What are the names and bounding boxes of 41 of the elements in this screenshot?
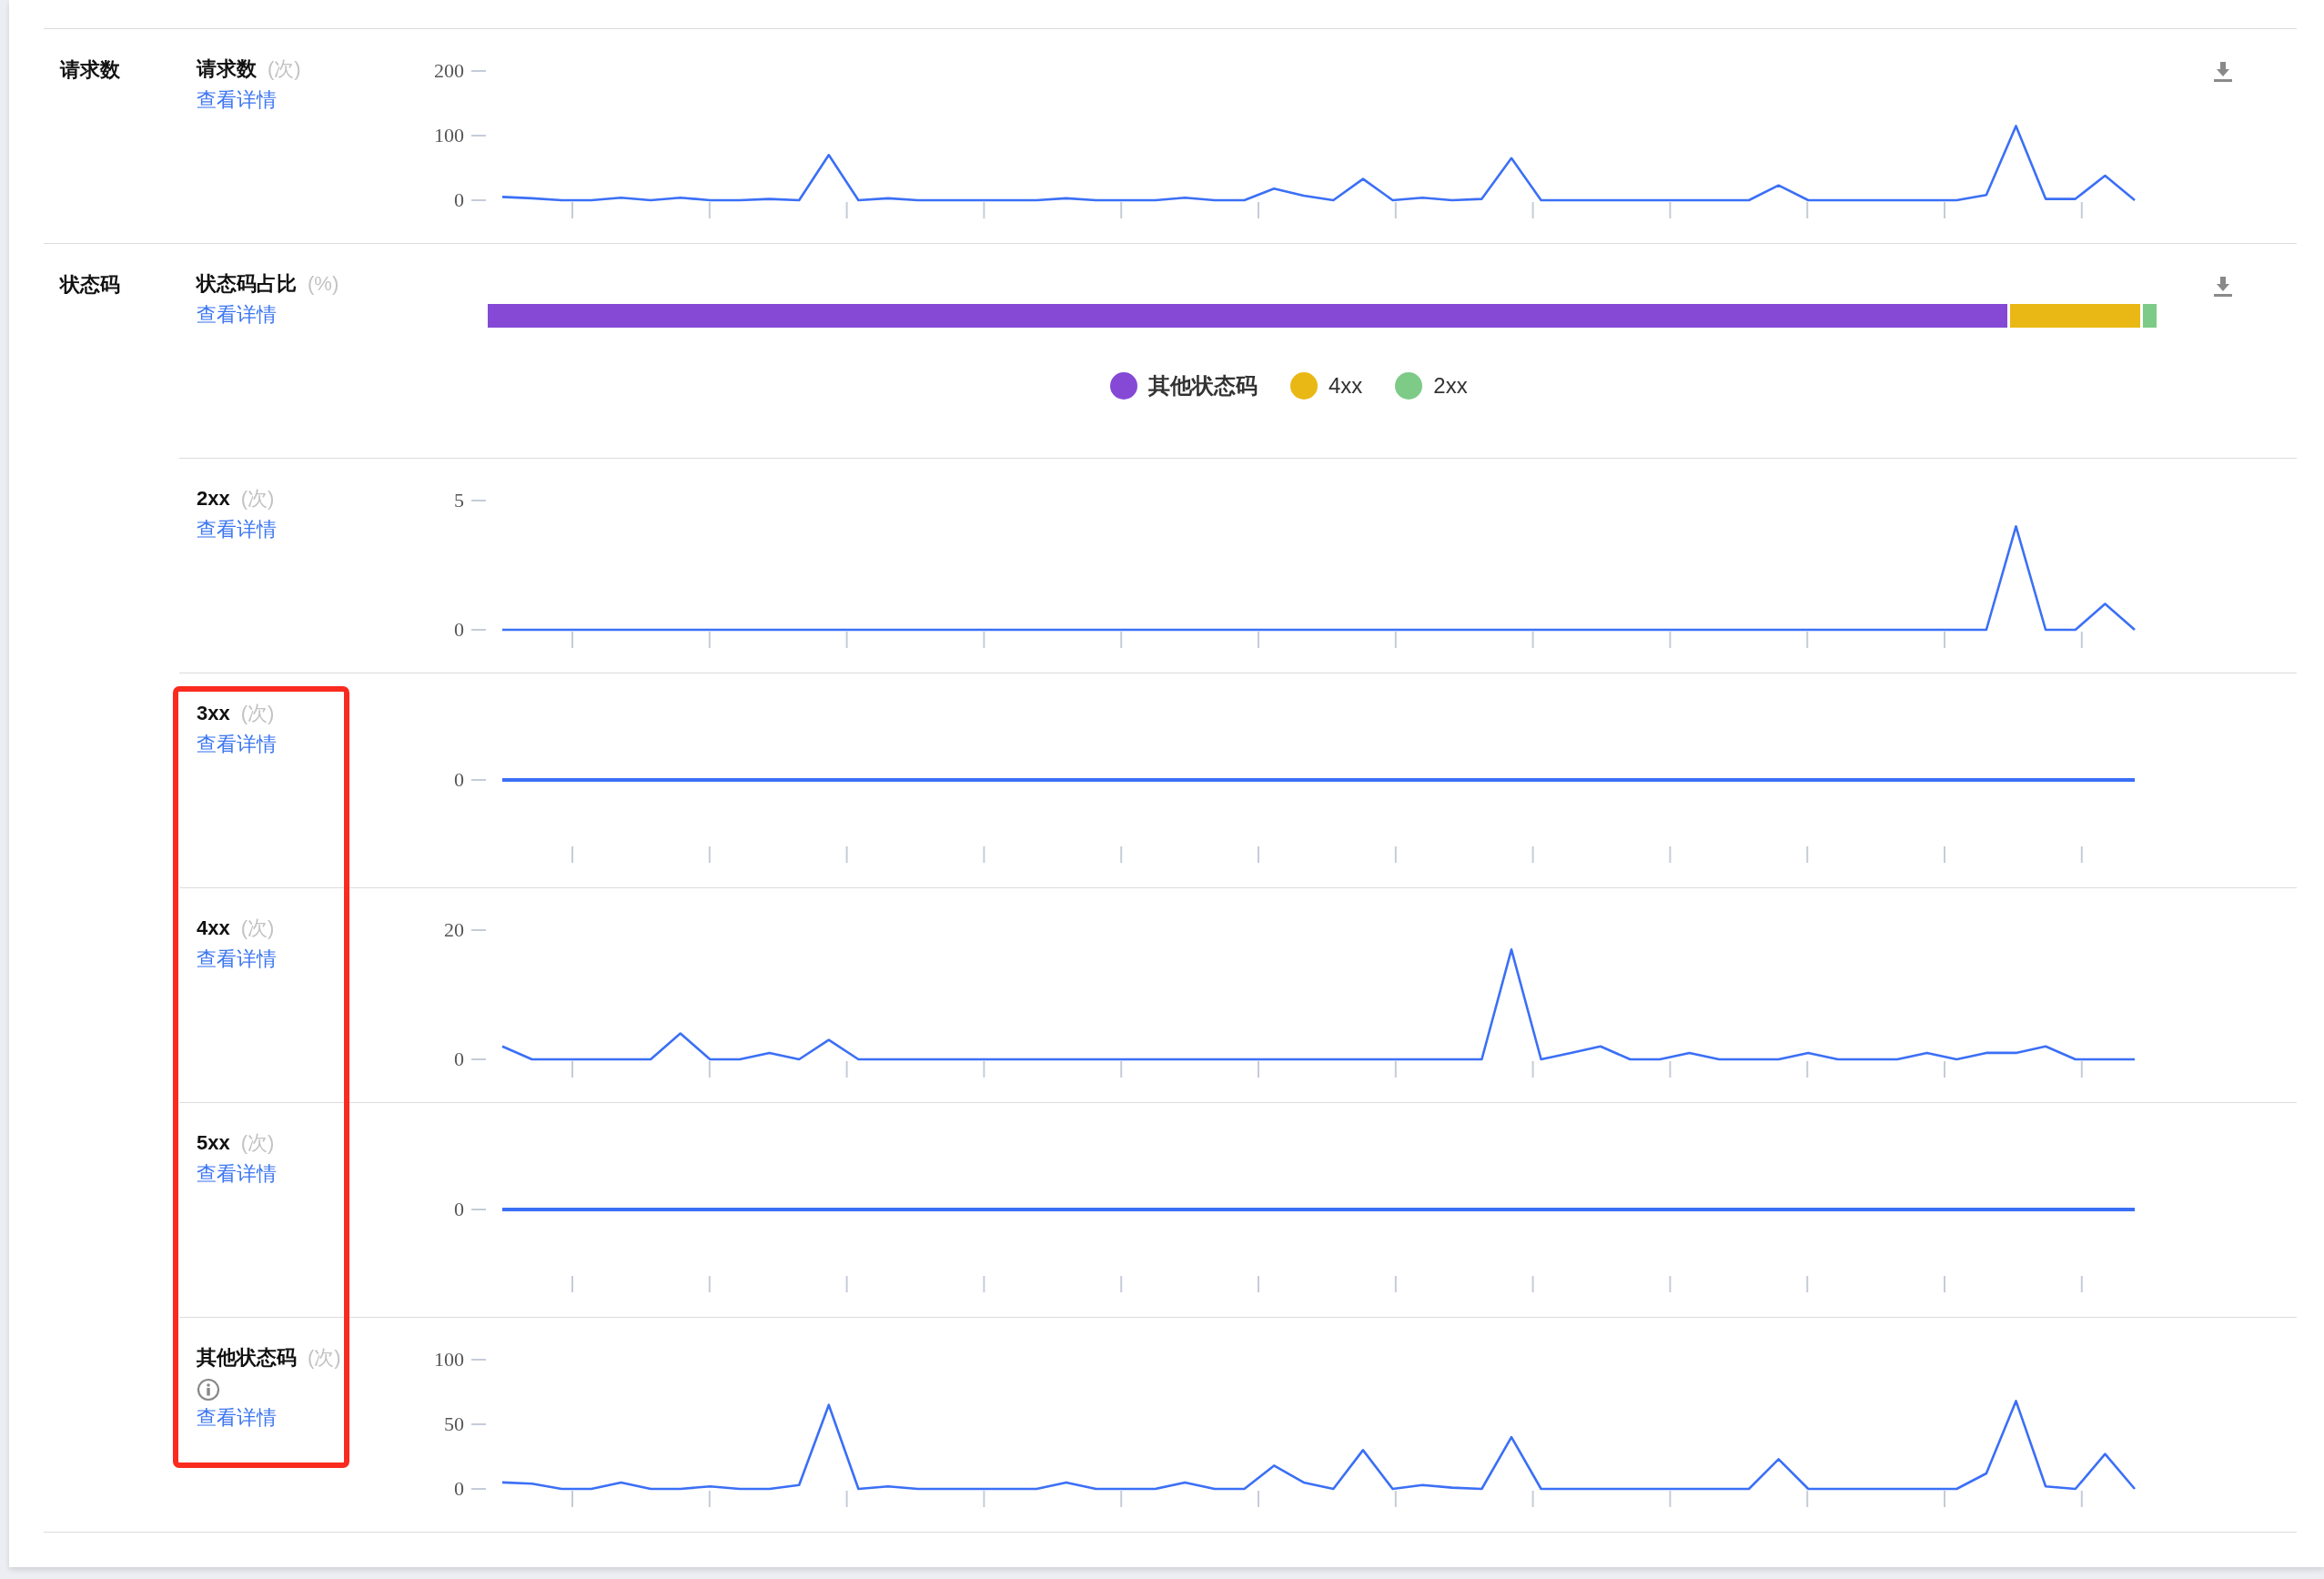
unit-label: (次) (308, 1346, 341, 1369)
axis-label: 50 (444, 1412, 464, 1435)
legend-label[interactable]: 2xx (1433, 373, 1468, 399)
details-link[interactable]: 查看详情 (197, 515, 277, 544)
legend-label[interactable]: 其他状态码 (1148, 371, 1258, 400)
metric-title: 4xx (197, 916, 230, 939)
legend-label[interactable]: 4xx (1329, 373, 1363, 399)
axis-label: 0 (454, 188, 464, 211)
unit-label: (次) (240, 916, 275, 939)
unit-label: (次) (240, 1131, 275, 1154)
download-icon[interactable] (2214, 62, 2232, 82)
details-link[interactable]: 查看详情 (197, 730, 277, 759)
section-title: 状态码 (58, 272, 120, 298)
unit-label: (次) (268, 57, 301, 80)
axis-label: 0 (454, 618, 464, 641)
section-title: 请求数 (58, 57, 120, 83)
download-icon[interactable] (2214, 277, 2232, 297)
details-link[interactable]: 查看详情 (197, 945, 277, 974)
axis-label: 0 (454, 1198, 464, 1220)
metric-title: 3xx (197, 702, 230, 724)
metric-title: 请求数 (197, 57, 257, 80)
axis-label: 0 (454, 1048, 464, 1070)
axis-label: 100 (434, 1348, 464, 1371)
metric-title: 2xx (197, 487, 230, 510)
axis-label: 0 (454, 768, 464, 791)
unit-label: (%) (308, 272, 339, 295)
axis-label: 100 (434, 124, 464, 147)
metric-title: 状态码占比 (197, 272, 297, 295)
unit-label: (次) (240, 702, 275, 724)
unit-label: (次) (240, 487, 275, 510)
metric-title: 其他状态码 (197, 1346, 297, 1369)
axis-label: 5 (454, 489, 464, 511)
axis-label: 200 (434, 59, 464, 82)
details-link[interactable]: 查看详情 (197, 86, 277, 115)
metric-title: 5xx (197, 1131, 230, 1154)
details-link[interactable]: 查看详情 (197, 300, 277, 329)
details-link[interactable]: 查看详情 (197, 1159, 277, 1189)
info-icon[interactable] (197, 1378, 220, 1402)
details-link[interactable]: 查看详情 (197, 1403, 277, 1432)
axis-label: 20 (444, 918, 464, 941)
axis-label: 0 (454, 1477, 464, 1500)
